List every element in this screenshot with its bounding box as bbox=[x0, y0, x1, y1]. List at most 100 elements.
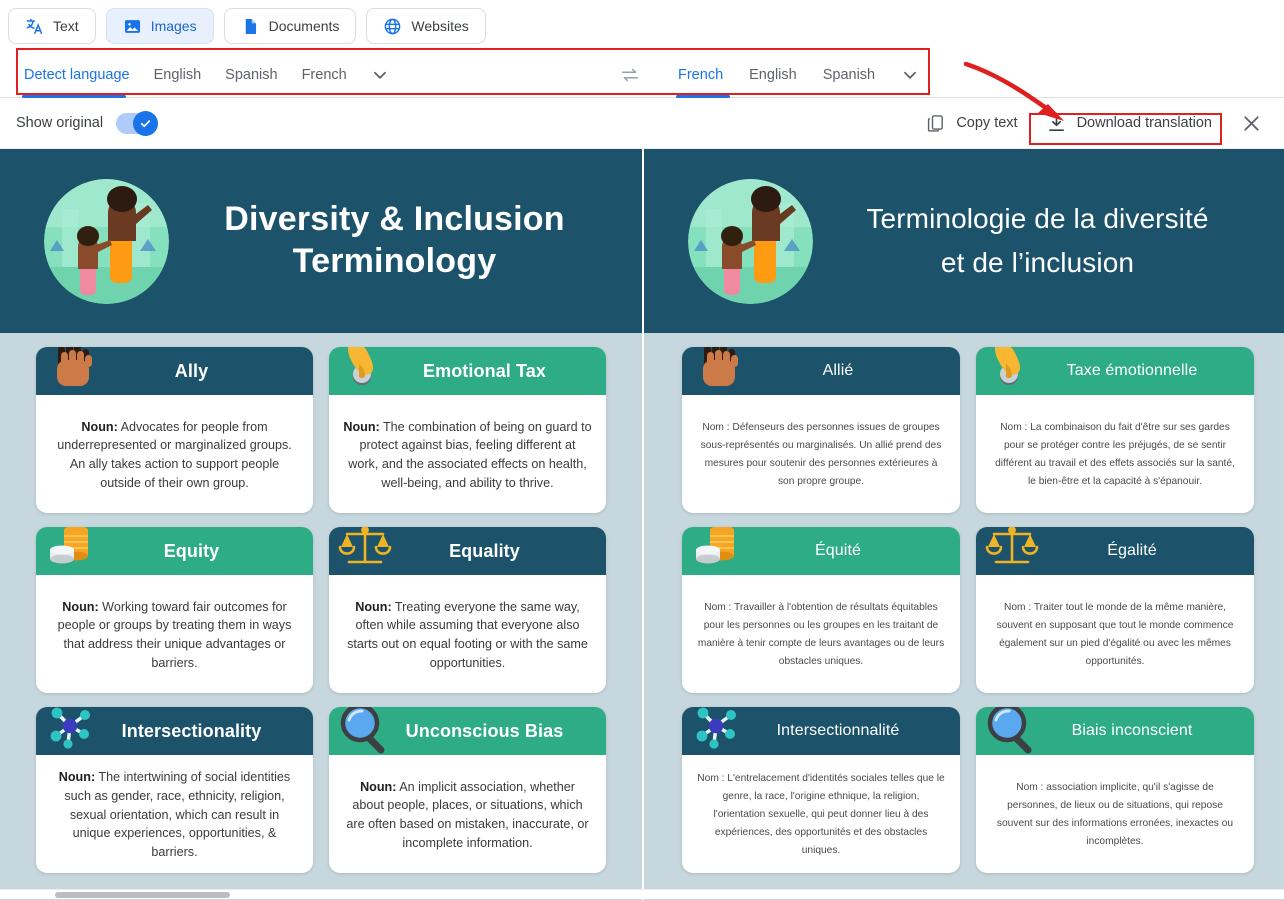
target-lang-english[interactable]: English bbox=[747, 63, 799, 87]
term-card: Allié Nom : Défenseurs des personnes iss… bbox=[682, 347, 960, 513]
term-card: Equality Noun: Treating everyone the sam… bbox=[329, 527, 606, 693]
card-definition: La combinaison du fait d'être sur ses ga… bbox=[995, 421, 1235, 488]
hand-coin-icon bbox=[984, 347, 1040, 396]
card-title: Ally bbox=[174, 360, 209, 381]
card-header: Allié bbox=[682, 347, 960, 395]
card-title: Taxe émotionnelle bbox=[1066, 362, 1198, 379]
card-pos-label: Noun: bbox=[62, 599, 99, 614]
card-pos-label: Noun: bbox=[343, 419, 380, 434]
coins-stack-icon bbox=[44, 527, 100, 576]
close-icon bbox=[1243, 115, 1259, 131]
close-button[interactable] bbox=[1232, 104, 1270, 142]
card-title: Unconscious Bias bbox=[405, 720, 564, 741]
globe-icon bbox=[385, 18, 401, 34]
card-title: Biais inconscient bbox=[1071, 722, 1193, 739]
language-selector-bar: Detect language English Spanish French F… bbox=[0, 48, 1284, 98]
hero-illustration-adult-and-child bbox=[688, 178, 813, 304]
original-term-grid: Ally Noun: Advocates for people from und… bbox=[0, 333, 642, 873]
card-header: Taxe émotionnelle bbox=[976, 347, 1254, 395]
target-lang-french[interactable]: French bbox=[676, 63, 725, 87]
term-card: Intersectionality Noun: The intertwining… bbox=[36, 707, 313, 873]
translated-hero-title: Terminologie de la diversité et de l’inc… bbox=[833, 202, 1284, 281]
original-hero-title-line2: Terminology bbox=[292, 242, 497, 280]
show-original-control[interactable]: Show original bbox=[16, 110, 159, 136]
term-card: Ally Noun: Advocates for people from und… bbox=[36, 347, 313, 513]
translated-hero-title-line2: et de l’inclusion bbox=[940, 247, 1135, 278]
toggle-knob bbox=[133, 110, 159, 136]
translated-image-pane[interactable]: Terminologie de la diversité et de l’inc… bbox=[642, 149, 1284, 900]
image-icon bbox=[124, 19, 140, 33]
source-type-tabbar: Text Images Documents Websites bbox=[0, 0, 1284, 52]
target-more-languages-chevron-down-icon[interactable] bbox=[899, 64, 921, 86]
card-header: Equality bbox=[329, 527, 606, 575]
source-lang-spanish[interactable]: Spanish bbox=[223, 63, 279, 87]
card-pos-label: Nom : bbox=[1016, 781, 1044, 793]
tab-documents[interactable]: Documents bbox=[223, 8, 357, 44]
translated-hero-title-line1: Terminologie de la diversité bbox=[866, 202, 1209, 234]
term-card: Equity Noun: Working toward fair outcome… bbox=[36, 527, 313, 693]
original-hero-banner: Diversity & Inclusion Terminology bbox=[0, 149, 642, 333]
original-image-pane[interactable]: Diversity & Inclusion Terminology Ally N… bbox=[0, 149, 642, 900]
card-header: Equity bbox=[36, 527, 313, 575]
term-card: Biais inconscient Nom : association impl… bbox=[976, 707, 1254, 873]
balance-scale-icon bbox=[337, 527, 393, 576]
card-pos-label: Nom : bbox=[697, 772, 725, 784]
term-card: Emotional Tax Noun: The combination of b… bbox=[329, 347, 606, 513]
card-title: Equity bbox=[163, 540, 220, 561]
card-header: Ally bbox=[36, 347, 313, 395]
card-body: Nom : La combinaison du fait d'être sur … bbox=[976, 395, 1254, 513]
term-card: Unconscious Bias Noun: An implicit assoc… bbox=[329, 707, 606, 873]
check-icon bbox=[140, 119, 151, 127]
term-card: Taxe émotionnelle Nom : La combinaison d… bbox=[976, 347, 1254, 513]
card-pos-label: Nom : bbox=[704, 601, 732, 613]
card-body: Noun: Treating everyone the same way, of… bbox=[329, 575, 606, 693]
source-lang-french[interactable]: French bbox=[300, 63, 349, 87]
source-lang-english[interactable]: English bbox=[152, 63, 204, 87]
card-header: Biais inconscient bbox=[976, 707, 1254, 755]
card-header: Unconscious Bias bbox=[329, 707, 606, 755]
copy-text-button[interactable]: Copy text bbox=[915, 106, 1027, 141]
translation-action-bar: Show original Copy text Download transla… bbox=[0, 98, 1284, 149]
tab-websites-label: Websites bbox=[411, 18, 469, 34]
show-original-toggle[interactable] bbox=[116, 110, 159, 136]
network-nodes-icon bbox=[690, 707, 746, 756]
card-definition: Traiter tout le monde de la même manière… bbox=[996, 601, 1234, 668]
balance-scale-icon bbox=[984, 527, 1040, 576]
tab-images[interactable]: Images bbox=[105, 8, 214, 44]
card-header: Emotional Tax bbox=[329, 347, 606, 395]
card-body: Noun: The intertwining of social identit… bbox=[36, 755, 313, 873]
tab-websites[interactable]: Websites bbox=[366, 8, 486, 44]
download-icon bbox=[1048, 114, 1064, 131]
image-comparison-area: Diversity & Inclusion Terminology Ally N… bbox=[0, 149, 1284, 900]
card-body: Nom : Traiter tout le monde de la même m… bbox=[976, 575, 1254, 693]
download-translation-button[interactable]: Download translation bbox=[1036, 106, 1222, 141]
scrollbar-thumb[interactable] bbox=[55, 892, 230, 898]
horizontal-scrollbar[interactable] bbox=[0, 889, 1284, 899]
raised-fist-icon bbox=[44, 347, 100, 396]
card-definition: L'entrelacement d'identités sociales tel… bbox=[713, 772, 945, 857]
coins-stack-icon bbox=[690, 527, 746, 576]
card-title: Intersectionnalité bbox=[776, 722, 900, 739]
download-translation-label: Download translation bbox=[1076, 115, 1212, 131]
card-title: Equality bbox=[449, 540, 520, 561]
hero-illustration-adult-and-child bbox=[44, 178, 169, 304]
card-body: Nom : L'entrelacement d'identités social… bbox=[682, 755, 960, 873]
card-pos-label: Noun: bbox=[360, 779, 397, 794]
card-body: Noun: An implicit association, whether a… bbox=[329, 755, 606, 873]
tab-text[interactable]: Text bbox=[8, 8, 96, 44]
magnifying-glass-icon bbox=[984, 707, 1040, 756]
copy-icon bbox=[928, 114, 944, 132]
card-definition: Travailler à l'obtention de résultats éq… bbox=[697, 601, 945, 668]
translated-term-grid: Allié Nom : Défenseurs des personnes iss… bbox=[644, 333, 1284, 873]
raised-fist-icon bbox=[690, 347, 746, 396]
card-body: Nom : Travailler à l'obtention de résult… bbox=[682, 575, 960, 693]
card-title: Intersectionality bbox=[121, 720, 262, 741]
source-more-languages-chevron-down-icon[interactable] bbox=[369, 64, 391, 86]
source-lang-detect[interactable]: Detect language bbox=[22, 63, 132, 87]
card-definition: Défenseurs des personnes issues de group… bbox=[700, 421, 942, 488]
tab-text-label: Text bbox=[53, 18, 79, 34]
card-header: Égalité bbox=[976, 527, 1254, 575]
network-nodes-icon bbox=[44, 707, 100, 756]
target-lang-spanish[interactable]: Spanish bbox=[821, 63, 877, 87]
card-pos-label: Nom : bbox=[1004, 601, 1032, 613]
